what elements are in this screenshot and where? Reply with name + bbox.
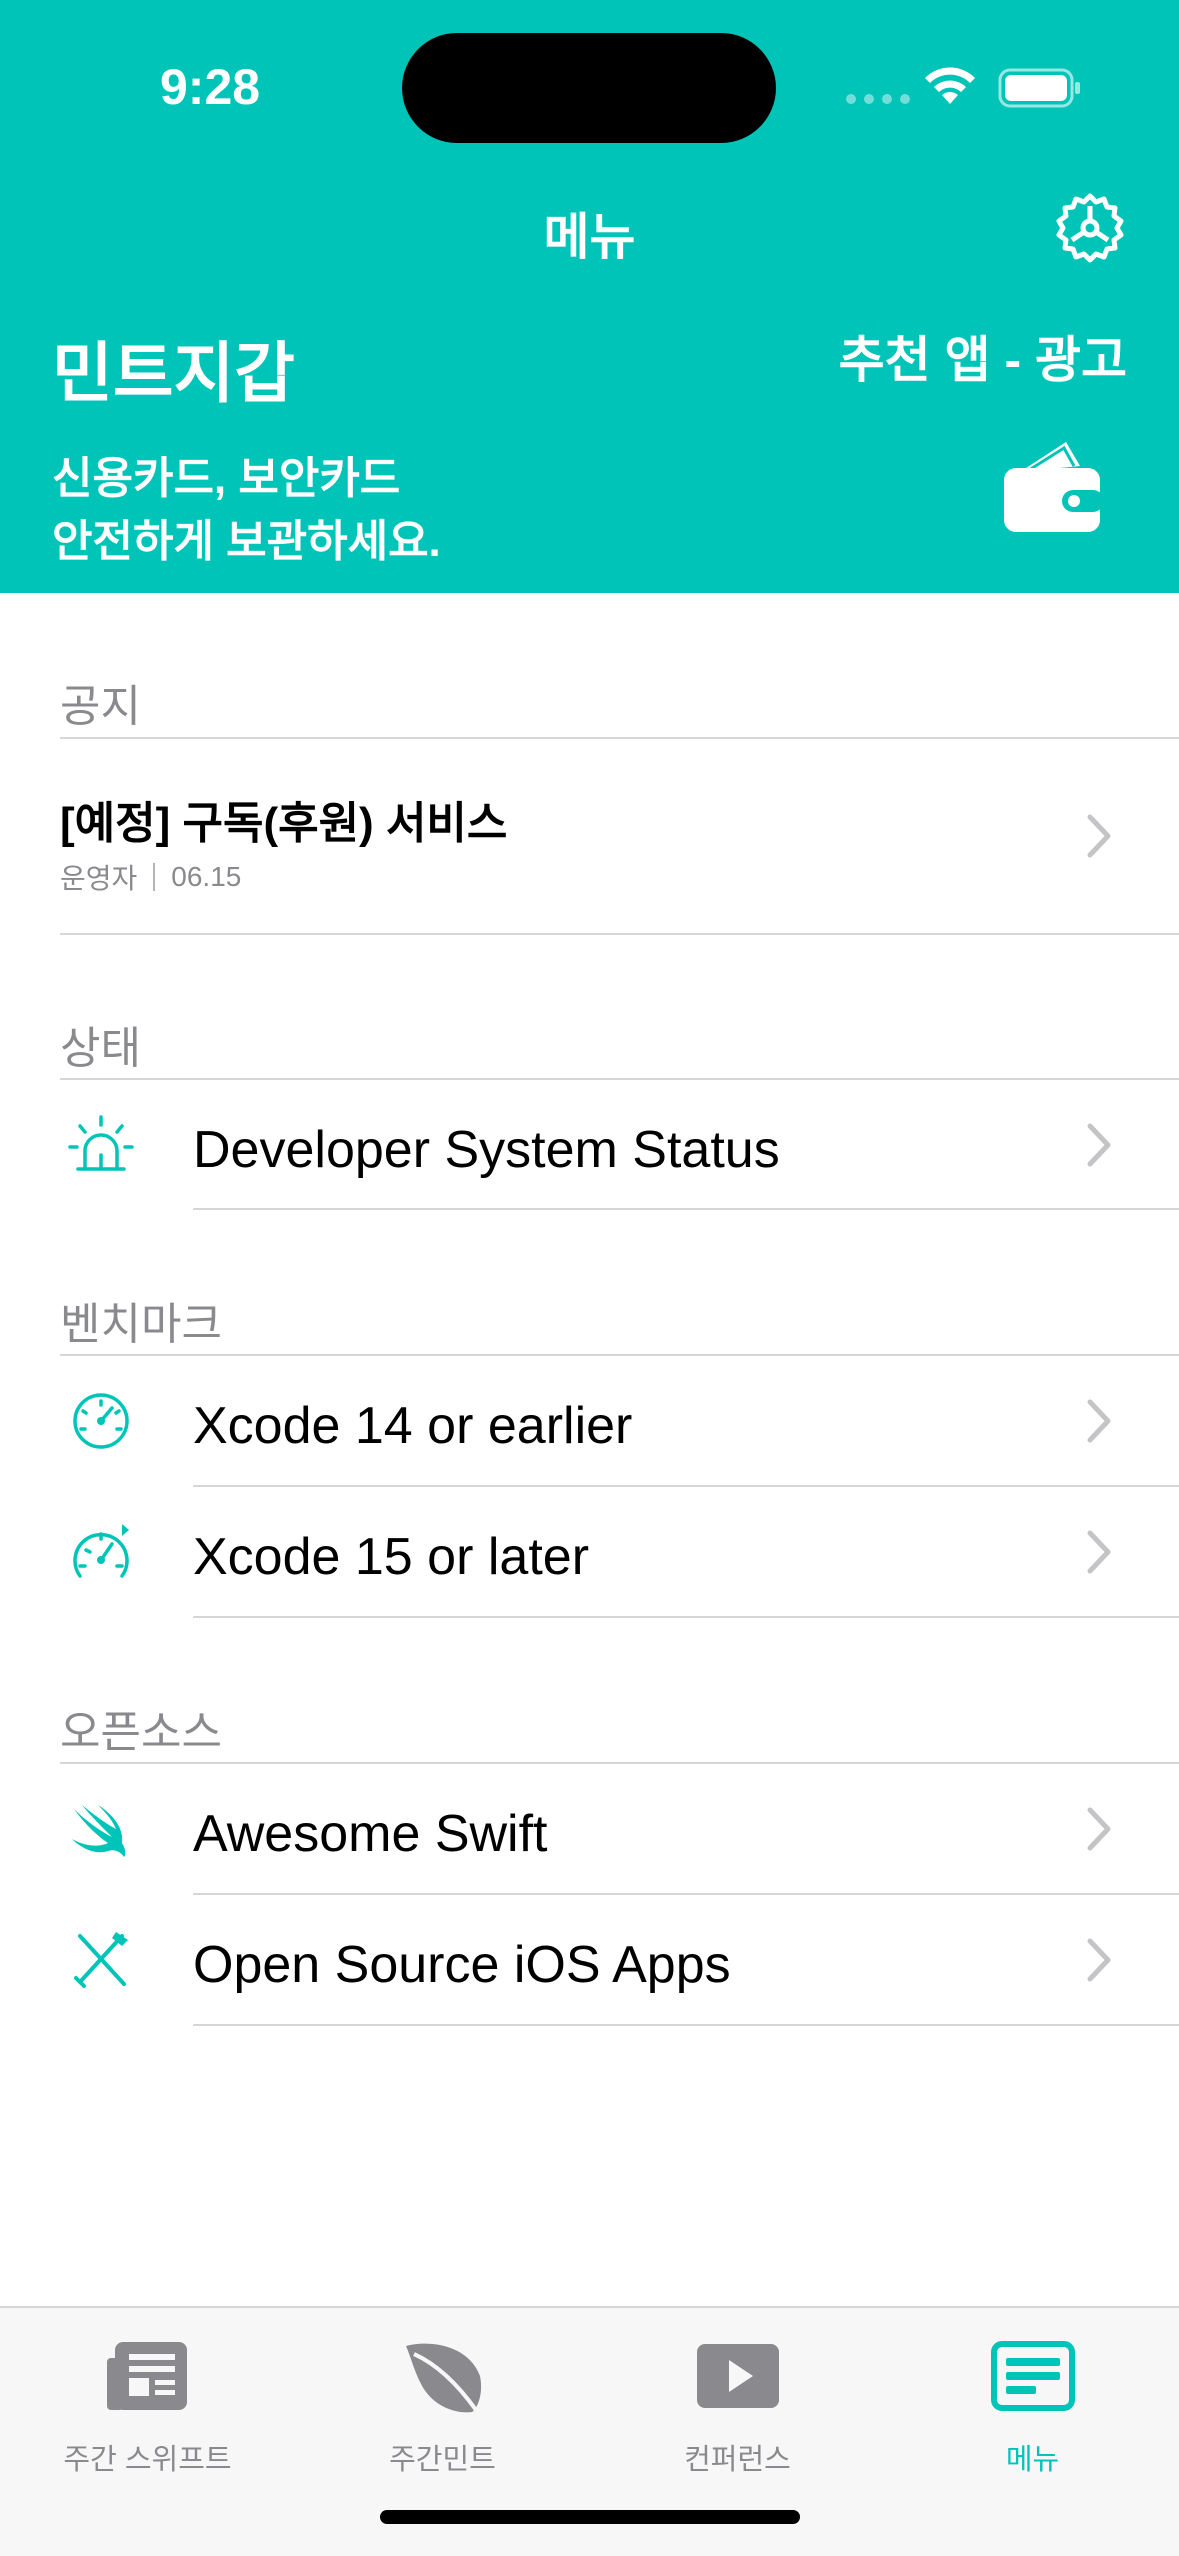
speedometer-icon xyxy=(73,1524,129,1578)
header-banner: 9:28 메뉴 민트지갑 추천 앱 - 광고 신용카드, 보안카드 안전하게 보… xyxy=(0,0,1179,593)
swift-icon xyxy=(72,1805,126,1857)
chevron-right-icon xyxy=(1087,1530,1111,1574)
chevron-right-icon xyxy=(1087,1807,1111,1851)
promo-app-name[interactable]: 민트지갑 xyxy=(52,320,295,416)
section-header-opensource: 오픈소스 xyxy=(60,1708,222,1757)
menu-item-label: Awesome Swift xyxy=(193,1805,548,1863)
divider xyxy=(193,1208,1179,1210)
gear-icon[interactable] xyxy=(1050,190,1130,270)
divider xyxy=(60,933,1179,935)
notice-item[interactable]: [예정] 구독(후원) 서비스 운영자 06.15 xyxy=(0,740,1179,936)
notice-title: [예정] 구독(후원) 서비스 xyxy=(60,799,508,848)
divider xyxy=(60,737,1179,739)
menu-item-label: Open Source iOS Apps xyxy=(193,1936,731,1994)
meta-separator xyxy=(153,863,156,891)
status-bar: 9:28 xyxy=(0,0,1179,160)
notice-author: 운영자 xyxy=(60,863,138,894)
tab-label: 주간 스위프트 xyxy=(63,2444,232,2476)
menu-item-xcode-14[interactable]: Xcode 14 or earlier xyxy=(0,1356,1179,1486)
chevron-right-icon xyxy=(1087,1938,1111,1982)
promo-description-line2: 안전하게 보관하세요. xyxy=(52,517,441,566)
status-time: 9:28 xyxy=(160,59,261,115)
battery-icon xyxy=(998,68,1080,108)
notice-meta: 운영자 06.15 xyxy=(60,857,241,897)
tab-conference[interactable]: 컨퍼런스 xyxy=(590,2328,885,2478)
tab-weekly-mint[interactable]: 주간민트 xyxy=(295,2328,590,2478)
newspaper-icon xyxy=(106,2342,187,2410)
tab-menu[interactable]: 메뉴 xyxy=(885,2328,1179,2478)
section-header-status: 상태 xyxy=(60,1024,141,1073)
chevron-right-icon xyxy=(1087,814,1111,858)
nav-title: 메뉴 xyxy=(543,209,636,265)
chevron-right-icon xyxy=(1087,1399,1111,1443)
menu-item-awesome-swift[interactable]: Awesome Swift xyxy=(0,1764,1179,1894)
promo-description-line1: 신용카드, 보안카드 xyxy=(52,454,401,503)
menu-item-label: Xcode 15 or later xyxy=(193,1528,590,1586)
wifi-icon xyxy=(925,67,975,104)
home-indicator xyxy=(380,2510,800,2524)
tab-weekly-swift[interactable]: 주간 스위프트 xyxy=(0,2328,295,2478)
tools-icon xyxy=(74,1932,128,1988)
section-header-notice: 공지 xyxy=(60,682,141,731)
menu-item-open-source-ios-apps[interactable]: Open Source iOS Apps xyxy=(0,1895,1179,2025)
leaf-icon xyxy=(405,2343,481,2413)
tab-label: 주간민트 xyxy=(389,2444,496,2476)
chevron-right-icon xyxy=(1087,1123,1111,1167)
promo-ad-label[interactable]: 추천 앱 - 광고 xyxy=(839,320,1127,392)
dynamic-island xyxy=(402,33,776,143)
tab-label: 메뉴 xyxy=(1005,2444,1060,2476)
alarm-light-icon xyxy=(68,1115,134,1171)
menu-item-label: Xcode 14 or earlier xyxy=(193,1397,633,1455)
menu-item-label: Developer System Status xyxy=(193,1121,780,1179)
gauge-icon xyxy=(73,1393,129,1449)
cellular-signal-icon xyxy=(846,94,910,104)
play-icon xyxy=(696,2344,779,2408)
divider xyxy=(193,2024,1179,2026)
divider xyxy=(193,1616,1179,1618)
section-header-benchmark: 벤치마크 xyxy=(60,1300,222,1349)
menu-item-developer-system-status[interactable]: Developer System Status xyxy=(0,1080,1179,1210)
notice-date: 06.15 xyxy=(171,861,242,892)
tab-label: 컨퍼런스 xyxy=(684,2444,791,2476)
menu-item-xcode-15[interactable]: Xcode 15 or later xyxy=(0,1487,1179,1617)
menu-card-icon xyxy=(990,2341,1075,2411)
wallet-icon[interactable] xyxy=(1000,436,1104,536)
